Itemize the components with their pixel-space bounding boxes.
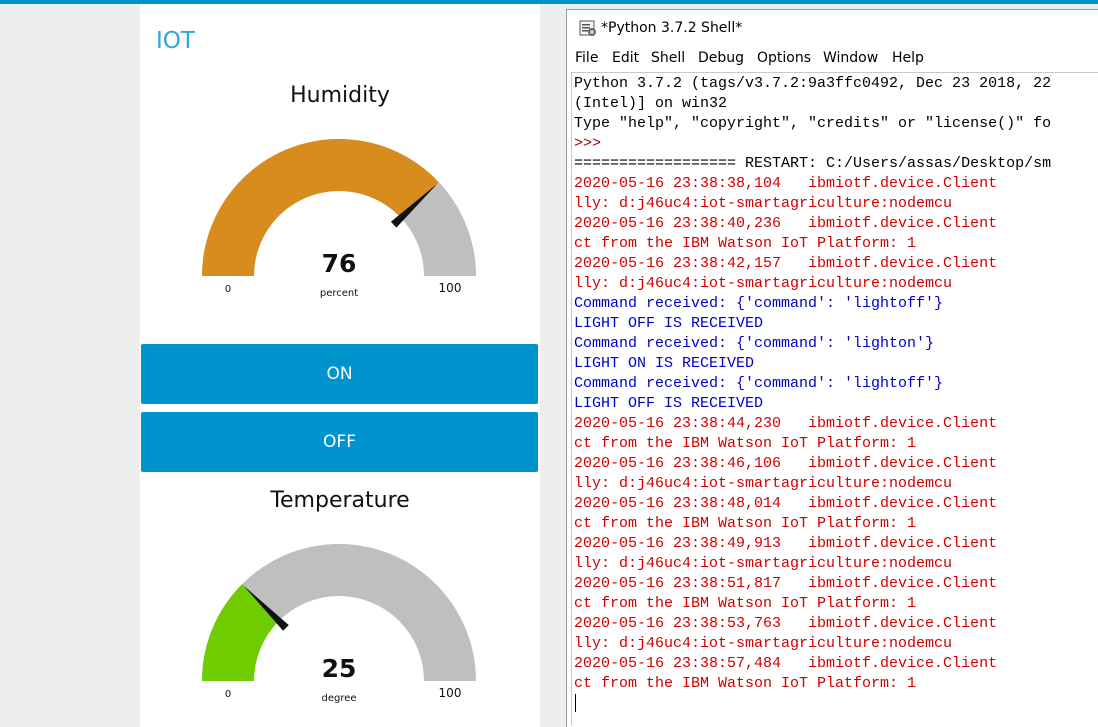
gauge-value: 25 xyxy=(322,654,357,683)
console-line: 2020-05-16 23:38:51,817 ibmiotf.device.C… xyxy=(574,575,998,592)
gauge-unit: percent xyxy=(320,288,358,299)
console-line: 2020-05-16 23:38:44,230 ibmiotf.device.C… xyxy=(574,415,998,432)
console-line: LIGHT ON IS RECEIVED xyxy=(574,355,755,372)
python-shell-window: *Python 3.7.2 Shell* File Edit Shell Deb… xyxy=(566,9,1098,727)
console-line: 2020-05-16 23:38:40,236 ibmiotf.device.C… xyxy=(574,215,998,232)
python-idle-icon xyxy=(579,20,596,36)
console-line: 2020-05-16 23:38:49,913 ibmiotf.device.C… xyxy=(574,535,998,552)
menu-options[interactable]: Options xyxy=(757,50,811,66)
console-line: lly: d:j46uc4:iot-smartagriculture:nodem… xyxy=(574,555,953,572)
console-line: lly: d:j46uc4:iot-smartagriculture:nodem… xyxy=(574,635,953,652)
menu-shell[interactable]: Shell xyxy=(651,50,685,66)
text-cursor xyxy=(575,694,576,712)
console-line: lly: d:j46uc4:iot-smartagriculture:nodem… xyxy=(574,475,953,492)
window-title: *Python 3.7.2 Shell* xyxy=(601,20,743,36)
console-line: (Intel)] on win32 xyxy=(574,95,728,112)
console-line: ================== RESTART: C:/Users/ass… xyxy=(574,155,1052,172)
gauge-unit: degree xyxy=(321,693,356,704)
console-line: 2020-05-16 23:38:42,157 ibmiotf.device.C… xyxy=(574,255,998,272)
gauge-max-label: 100 xyxy=(439,281,462,295)
menu-window[interactable]: Window xyxy=(823,50,878,66)
iot-dashboard: IOT Humidity 76 percent 0 100 ON OFF Tem… xyxy=(140,4,540,727)
console-line: ct from the IBM Watson IoT Platform: 1 xyxy=(574,595,917,612)
console-line: 2020-05-16 23:38:53,763 ibmiotf.device.C… xyxy=(574,615,998,632)
console-line: 2020-05-16 23:38:48,014 ibmiotf.device.C… xyxy=(574,495,998,512)
humidity-gauge: 76 percent 0 100 xyxy=(202,139,476,299)
light-off-button[interactable]: OFF xyxy=(141,412,538,472)
console-line: Python 3.7.2 (tags/v3.7.2:9a3ffc0492, De… xyxy=(574,75,1052,92)
console-line: LIGHT OFF IS RECEIVED xyxy=(574,315,764,332)
menu-debug[interactable]: Debug xyxy=(698,50,744,66)
console-line: 2020-05-16 23:38:46,106 ibmiotf.device.C… xyxy=(574,455,998,472)
console-line: Command received: {'command': 'lightoff'… xyxy=(574,295,944,312)
window-titlebar[interactable]: *Python 3.7.2 Shell* xyxy=(567,10,1098,46)
console-line: 2020-05-16 23:38:38,104 ibmiotf.device.C… xyxy=(574,175,998,192)
humidity-title: Humidity xyxy=(290,83,390,108)
light-on-button[interactable]: ON xyxy=(141,344,538,404)
gauge-fill xyxy=(202,139,439,276)
menu-edit[interactable]: Edit xyxy=(612,50,639,66)
shell-console-output[interactable]: Python 3.7.2 (tags/v3.7.2:9a3ffc0492, De… xyxy=(571,72,1098,725)
gauge-max-label: 100 xyxy=(439,686,462,700)
temperature-title: Temperature xyxy=(270,488,410,513)
console-line: ct from the IBM Watson IoT Platform: 1 xyxy=(574,675,917,692)
menu-file[interactable]: File xyxy=(575,50,598,66)
console-line: lly: d:j46uc4:iot-smartagriculture:nodem… xyxy=(574,195,953,212)
console-line: 2020-05-16 23:38:57,484 ibmiotf.device.C… xyxy=(574,655,998,672)
menu-bar: File Edit Shell Debug Options Window Hel… xyxy=(567,48,1098,70)
temperature-gauge: 25 degree 0 100 xyxy=(202,544,476,704)
console-line: ct from the IBM Watson IoT Platform: 1 xyxy=(574,235,917,252)
dashboard-title: IOT xyxy=(156,28,195,54)
menu-help[interactable]: Help xyxy=(892,50,924,66)
console-line: ct from the IBM Watson IoT Platform: 1 xyxy=(574,435,917,452)
console-line: ct from the IBM Watson IoT Platform: 1 xyxy=(574,515,917,532)
console-line: Command received: {'command': 'lighton'} xyxy=(574,335,935,352)
console-line: Command received: {'command': 'lightoff'… xyxy=(574,375,944,392)
gauge-value: 76 xyxy=(322,249,357,278)
console-line: >>> xyxy=(574,135,611,152)
gauge-min-label: 0 xyxy=(225,284,231,295)
gauge-min-label: 0 xyxy=(225,689,231,700)
console-line: Type "help", "copyright", "credits" or "… xyxy=(574,115,1052,132)
console-line: LIGHT OFF IS RECEIVED xyxy=(574,395,764,412)
console-line: lly: d:j46uc4:iot-smartagriculture:nodem… xyxy=(574,275,953,292)
